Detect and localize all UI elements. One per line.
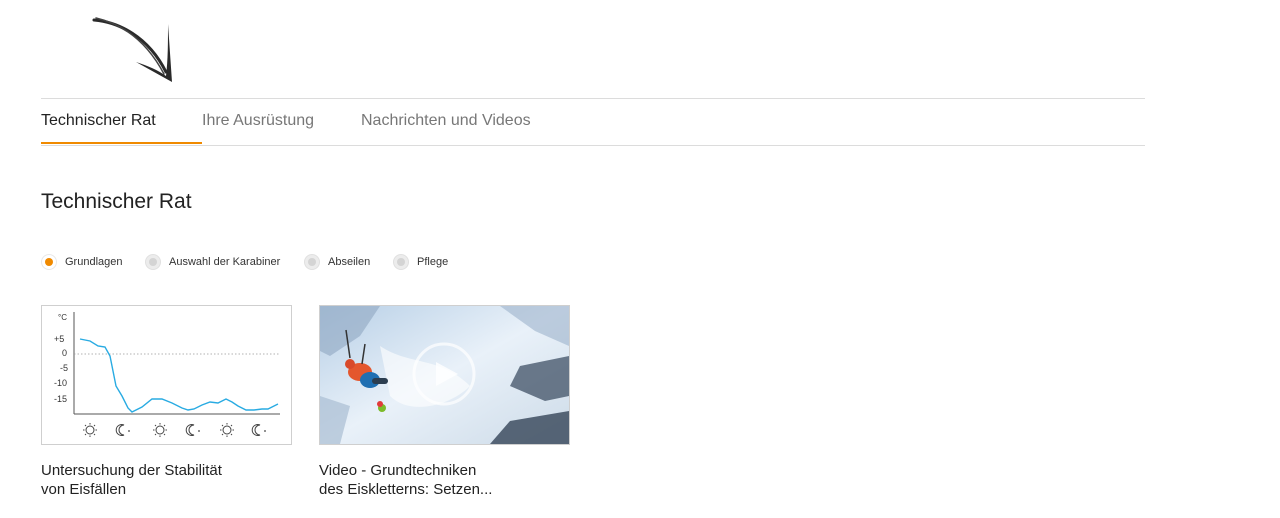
- filter-label: Grundlagen: [65, 256, 123, 268]
- radio-button[interactable]: [145, 254, 161, 270]
- radio-button[interactable]: [41, 254, 57, 270]
- card-title[interactable]: Video - Grundtechniken des Eiskletterns:…: [319, 461, 569, 499]
- y-tick-label: -5: [60, 363, 68, 373]
- filter-label: Auswahl der Karabiner: [169, 256, 281, 268]
- card-title-line: des Eiskletterns: Setzen...: [319, 481, 493, 498]
- filter-auswahl-der-karabiner[interactable]: Auswahl der Karabiner: [145, 254, 280, 270]
- moon-icon: [115, 424, 130, 436]
- y-tick-label: -15: [54, 394, 67, 404]
- section-title: Technischer Rat: [41, 190, 192, 213]
- filter-abseilen[interactable]: Abseilen: [304, 254, 370, 270]
- arrow-icon: [92, 17, 172, 82]
- y-tick-label: -10: [54, 378, 67, 388]
- sun-icon: [153, 423, 167, 437]
- tab-nachrichten-und-videos[interactable]: Nachrichten und Videos: [361, 99, 531, 143]
- active-tab-indicator: [41, 142, 202, 144]
- sun-icon: [83, 423, 97, 437]
- card-title-line: Untersuchung der Stabilität: [41, 462, 222, 479]
- card-title-line: von Eisfällen: [41, 481, 127, 498]
- filter-grundlagen[interactable]: Grundlagen: [41, 254, 123, 270]
- moon-icon: [251, 424, 266, 436]
- tab-ihre-ausruestung[interactable]: Ihre Ausrüstung: [202, 99, 314, 143]
- sun-icon: [220, 423, 234, 437]
- y-tick-label: 0: [62, 348, 67, 358]
- article-card[interactable]: °C +5 0 -5 -10 -15 Untersuchung der Stab…: [41, 305, 292, 499]
- card-title[interactable]: Untersuchung der Stabilität von Eisfälle…: [41, 461, 291, 499]
- filter-label: Pflege: [417, 256, 449, 268]
- radio-button[interactable]: [393, 254, 409, 270]
- unit-label: °C: [58, 313, 67, 322]
- moon-icon: [185, 424, 200, 436]
- y-tick-label: +5: [54, 334, 64, 344]
- video-thumbnail[interactable]: [319, 305, 570, 445]
- filter-pflege[interactable]: Pflege: [393, 254, 448, 270]
- filter-label: Abseilen: [328, 256, 371, 268]
- card-title-line: Video - Grundtechniken: [319, 462, 477, 479]
- temperature-chart-thumbnail[interactable]: °C +5 0 -5 -10 -15: [41, 305, 292, 445]
- tab-technischer-rat[interactable]: Technischer Rat: [41, 99, 156, 143]
- tab-bar: Technischer Rat Ihre Ausrüstung Nachrich…: [41, 98, 1145, 146]
- radio-button[interactable]: [304, 254, 320, 270]
- video-card[interactable]: Video - Grundtechniken des Eiskletterns:…: [319, 305, 570, 499]
